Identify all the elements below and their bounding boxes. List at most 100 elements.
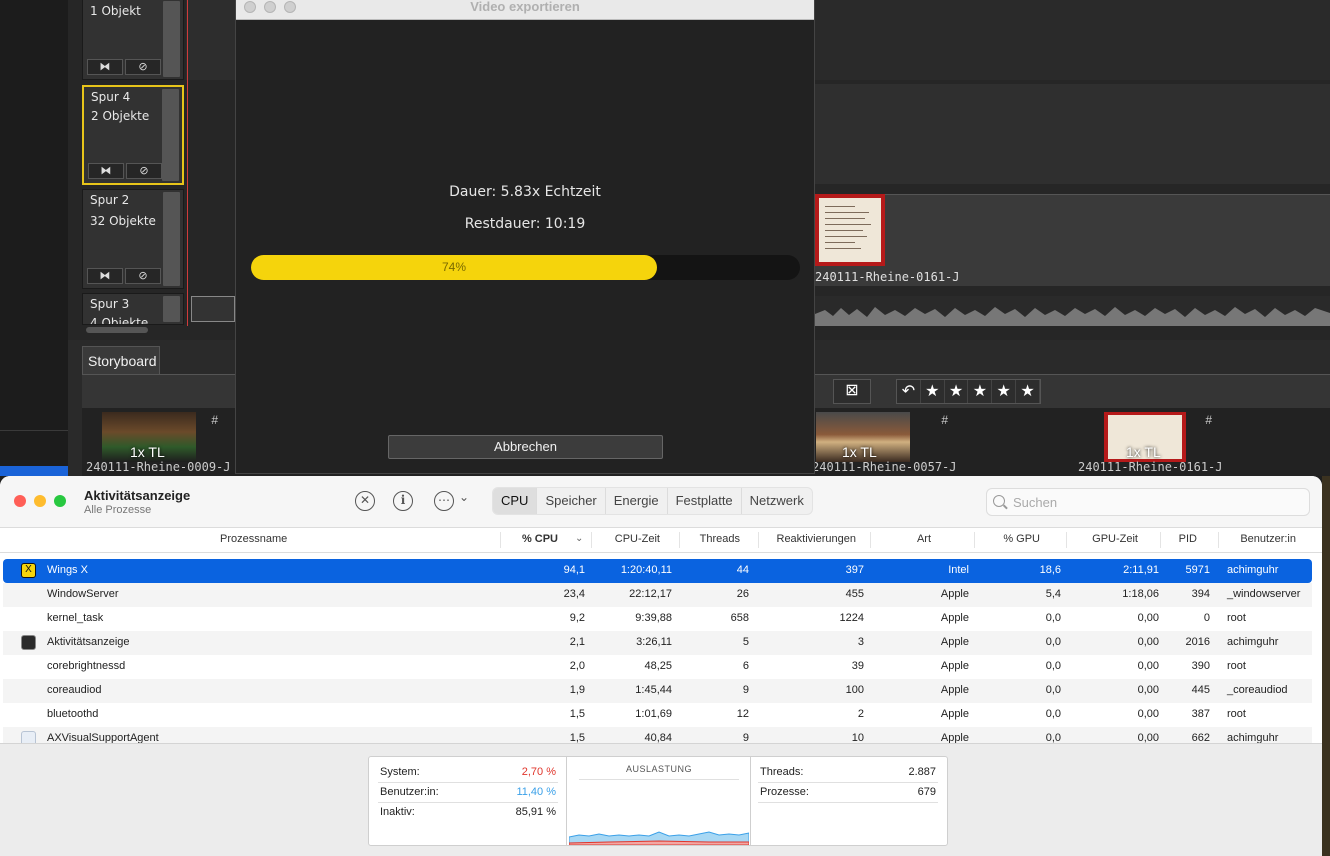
info-icon[interactable]: i (393, 491, 413, 511)
column-reaktivierungen[interactable]: Reaktivierungen (760, 533, 857, 545)
stop-process-icon[interactable]: ✕ (355, 491, 375, 511)
mute-button[interactable]: ⊘ (125, 268, 161, 284)
sort-descending-icon[interactable]: ⌄ (575, 533, 583, 544)
hash-icon: # (211, 413, 218, 427)
column-pid[interactable]: PID (1170, 533, 1197, 545)
horizontal-scrollbar[interactable] (86, 327, 148, 333)
cell-kind: Apple (940, 708, 969, 720)
cell-user: root (1227, 708, 1246, 720)
cell-cpu: 2,0 (569, 660, 585, 672)
search-icon (993, 495, 1005, 507)
cell-cpu-time: 22:12,17 (629, 588, 672, 600)
hash-icon: # (941, 413, 948, 427)
star-icon[interactable]: ★ (1016, 380, 1040, 403)
column-gpu[interactable]: % GPU (990, 533, 1040, 545)
table-row[interactable]: kernel_task 9,2 9:39,88 658 1224 Apple 0,0 0,00… (3, 607, 1312, 631)
column-threads[interactable]: Threads (688, 533, 740, 545)
table-row[interactable]: bluetoothd 1,5 1:01,69 12 2 Apple 0,0 0,00 387 ro… (3, 703, 1312, 727)
process-name: WindowServer (47, 588, 119, 600)
cancel-button[interactable]: Abbrechen (388, 435, 663, 459)
cell-gpu: 0,0 (1045, 612, 1061, 624)
column-gpu-zeit[interactable]: GPU-Zeit (1080, 533, 1138, 545)
cell-user: _windowserver (1227, 588, 1301, 600)
dialog-title: Video exportieren (470, 0, 580, 14)
storyboard-item[interactable]: # 1x TL 240111-Rheine-0009-J (82, 412, 231, 474)
cell-cpu: 1,5 (569, 708, 585, 720)
table-row[interactable]: coreaudiod 1,9 1:45,44 9 100 Apple 0,0 0,00 445 _… (3, 679, 1312, 703)
track-header[interactable]: Spur 3 4 Objekte (82, 293, 184, 325)
cell-gpu-time: 0,00 (1137, 732, 1159, 743)
cell-pid: 445 (1191, 684, 1210, 696)
star-icon[interactable]: ★ (968, 380, 993, 403)
tab-netzwerk[interactable]: Netzwerk (742, 488, 812, 514)
transition-button[interactable]: ⧓ (87, 59, 123, 75)
table-row[interactable]: Aktivitätsanzeige 2,1 3:26,11 5 3 Apple 0,0 0,0… (3, 631, 1312, 655)
chevron-down-icon[interactable]: ⌄ (459, 490, 469, 504)
track-header[interactable]: 1 Objekt ⧓ ⊘ (82, 0, 184, 80)
cpu-summary-panel: System: 2,70 % Benutzer:in: 11,40 % Inak… (368, 756, 948, 846)
column-divider (758, 532, 759, 548)
track-name: Spur 2 (90, 193, 130, 207)
star-icon[interactable]: ★ (945, 380, 969, 403)
track-header-selected[interactable]: Spur 4 2 Objekte ⧓ ⊘ (82, 85, 184, 185)
transition-button[interactable]: ⧓ (88, 163, 124, 179)
process-table: X Wings X 94,1 1:20:40,11 44 397 Intel 18,6 2:11… (0, 559, 1322, 743)
clip-label: 240111-Rheine-0161-J (815, 270, 960, 284)
column-divider (591, 532, 592, 548)
table-header: Prozessname % CPU ⌄ CPU-Zeit Threads Rea… (0, 528, 1322, 553)
table-row[interactable]: X Wings X 94,1 1:20:40,11 44 397 Intel 18,6 2:11… (3, 559, 1312, 583)
track-scrollbar[interactable] (163, 296, 180, 322)
column-cpu[interactable]: % CPU (508, 533, 558, 545)
cell-wakeups: 10 (851, 732, 864, 743)
tab-cpu[interactable]: CPU (493, 488, 538, 514)
mute-button[interactable]: ⊘ (125, 59, 161, 75)
hash-icon: # (1205, 413, 1212, 427)
track-scrollbar[interactable] (162, 89, 179, 181)
cell-wakeups: 39 (851, 660, 864, 672)
close-icon[interactable] (14, 495, 26, 507)
column-benutzer[interactable]: Benutzer:in (1236, 533, 1296, 545)
cell-user: root (1227, 612, 1246, 624)
more-icon[interactable]: ⋯ (434, 491, 454, 511)
undo-icon[interactable]: ↶ (897, 380, 921, 403)
activity-monitor-window: Aktivitätsanzeige Alle Prozesse ✕ i ⋯ ⌄ … (0, 476, 1322, 856)
threads-value: 2.887 (908, 766, 936, 778)
track-scrollbar[interactable] (163, 1, 180, 77)
rating-stars[interactable]: ↶ ★ ★ ★ ★ ★ (896, 379, 1041, 404)
zoom-icon[interactable] (54, 495, 66, 507)
playhead[interactable] (187, 0, 188, 326)
mute-button[interactable]: ⊘ (126, 163, 162, 179)
cell-wakeups: 1224 (839, 612, 864, 624)
search-field[interactable]: Suchen (986, 488, 1310, 516)
column-cpu-zeit[interactable]: CPU-Zeit (600, 533, 660, 545)
minimize-icon[interactable] (34, 495, 46, 507)
cell-cpu: 1,5 (569, 732, 585, 743)
cell-gpu-time: 0,00 (1137, 636, 1159, 648)
audio-clip[interactable] (191, 296, 235, 322)
storyboard-badge: 1x TL (1126, 444, 1161, 460)
star-icon[interactable]: ★ (921, 380, 945, 403)
star-icon[interactable]: ★ (992, 380, 1017, 403)
table-row[interactable]: WindowServer 23,4 22:12,17 26 455 Apple 5,4 1:1… (3, 583, 1312, 607)
tab-storyboard[interactable]: Storyboard (82, 346, 160, 374)
column-prozessname[interactable]: Prozessname (220, 533, 287, 545)
table-row[interactable]: corebrightnessd 2,0 48,25 6 39 Apple 0,0 0,00 39… (3, 655, 1312, 679)
mixer-button[interactable]: ⊠ (833, 379, 871, 404)
track-scrollbar[interactable] (163, 192, 180, 286)
column-divider (500, 532, 501, 548)
track-header[interactable]: Spur 2 32 Objekte ⧓ ⊘ (82, 189, 184, 289)
toolbar: Aktivitätsanzeige Alle Prozesse ✕ i ⋯ ⌄ … (0, 476, 1322, 528)
tab-festplatte[interactable]: Festplatte (668, 488, 742, 514)
cell-user: achimguhr (1227, 636, 1279, 648)
column-art[interactable]: Art (895, 533, 931, 545)
cell-kind: Apple (940, 636, 969, 648)
table-row[interactable]: AXVisualSupportAgent 1,5 40,84 9 10 Apple 0,0 0… (3, 727, 1312, 743)
tab-speicher[interactable]: Speicher (537, 488, 606, 514)
cell-gpu: 0,0 (1045, 660, 1061, 672)
tab-energie[interactable]: Energie (606, 488, 668, 514)
storyboard-item[interactable]: # 1x TL 240111-Rheine-0161-J (1076, 412, 1223, 474)
user-label: Benutzer:in: (380, 786, 439, 798)
storyboard-item[interactable]: # 1x TL 240111-Rheine-0057-J (812, 412, 957, 474)
transition-button[interactable]: ⧓ (87, 268, 123, 284)
process-name: AXVisualSupportAgent (47, 732, 159, 743)
